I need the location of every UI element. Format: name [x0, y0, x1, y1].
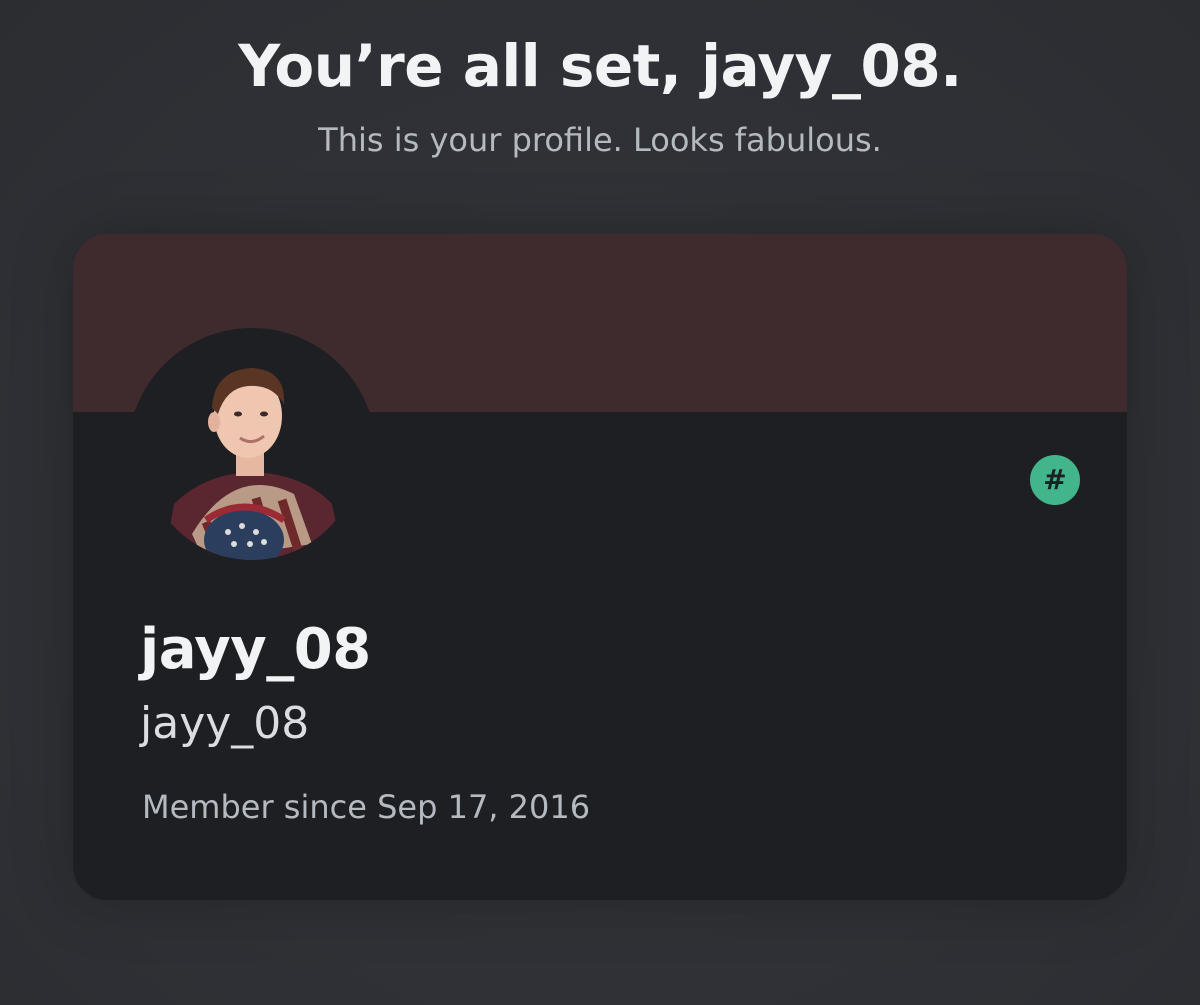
avatar[interactable] — [144, 344, 360, 560]
page-title: You’re all set, jayy_08. — [238, 32, 962, 100]
page-subtitle: This is your profile. Looks fabulous. — [318, 121, 882, 159]
display-name: jayy_08 — [140, 617, 371, 682]
profile-card: # jayy_08 jayy_08 Member since Sep 17, 2… — [73, 234, 1127, 900]
hashtag-badge[interactable]: # — [1030, 455, 1080, 505]
hashtag-icon: # — [1043, 463, 1067, 496]
member-since: Member since Sep 17, 2016 — [142, 788, 591, 826]
user-avatar-photo-icon — [144, 344, 360, 560]
username: jayy_08 — [140, 698, 310, 749]
